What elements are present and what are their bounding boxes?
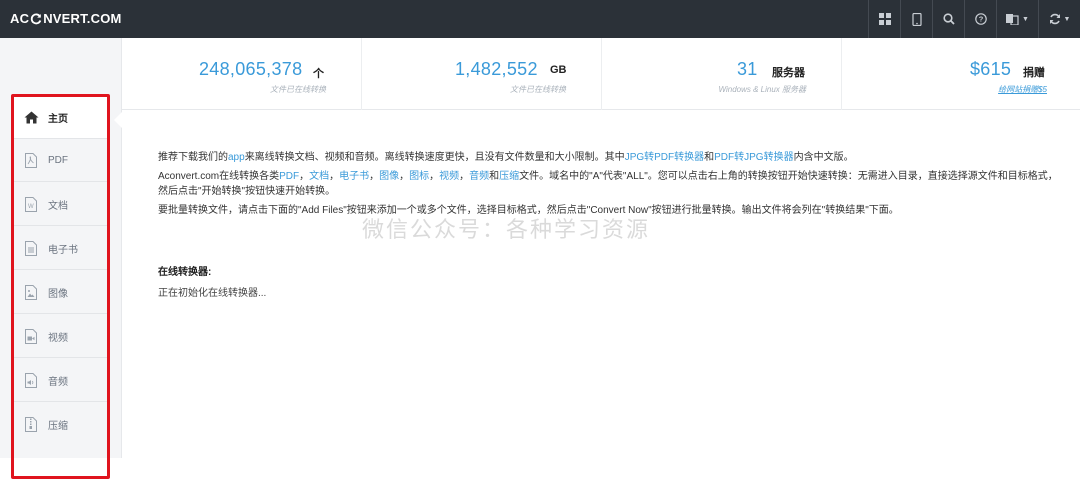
- stat-donations: $615 捐赠 给网站捐赠$5: [842, 38, 1080, 110]
- svg-text:?: ?: [978, 15, 983, 24]
- text: 和: [489, 171, 500, 182]
- ebook-link[interactable]: 电子书: [339, 171, 369, 182]
- text: 内含中文版。: [793, 152, 854, 163]
- icon-link[interactable]: 图标: [409, 171, 429, 182]
- help-icon: ?: [974, 13, 987, 25]
- video-link[interactable]: 视频: [439, 171, 459, 182]
- stat-subtext: 文件已在线转换: [270, 85, 326, 94]
- text: Aconvert.com在线转换各类: [158, 171, 280, 182]
- top-navbar: AC NVERT.COM ? ▼ ▼: [0, 0, 1080, 38]
- logo-text-right: NVERT.COM: [43, 11, 122, 26]
- search-button[interactable]: [932, 0, 964, 38]
- refresh-button[interactable]: ▼: [1038, 0, 1080, 38]
- grid-button[interactable]: [868, 0, 900, 38]
- converter-section-title: 在线转换器:: [158, 267, 212, 278]
- highlight-box: [11, 94, 110, 479]
- stat-number: $615: [970, 59, 1012, 79]
- intro-paragraph-3: 要批量转换文件，请点击下面的"Add Files"按钮来添加一个或多个文件，选择…: [158, 205, 899, 216]
- image-link[interactable]: 图像: [379, 171, 399, 182]
- app-link[interactable]: app: [228, 152, 245, 163]
- stat-subtext: 文件已在线转换: [510, 85, 566, 94]
- stat-number: 248,065,378: [199, 59, 303, 79]
- stat-unit: 个: [313, 68, 324, 80]
- chevron-down-icon: ▼: [1063, 15, 1071, 23]
- active-pointer: [114, 111, 123, 129]
- tablet-button[interactable]: [900, 0, 932, 38]
- stat-servers: 31 服务器 Windows & Linux 服务器: [602, 38, 842, 110]
- text: 来离线转换文档、视频和音频。离线转换速度更快，且没有文件数量和大小限制。其中: [244, 152, 625, 163]
- jpg-to-pdf-link[interactable]: JPG转PDF转换器: [625, 152, 704, 163]
- stat-unit: 服务器: [772, 67, 805, 79]
- language-button[interactable]: ▼: [996, 0, 1038, 38]
- audio-link[interactable]: 音频: [469, 171, 489, 182]
- tablet-icon: [911, 12, 922, 26]
- refresh-icon: [1049, 13, 1061, 25]
- stat-unit: GB: [550, 64, 567, 76]
- top-nav-buttons: ? ▼ ▼: [868, 0, 1080, 38]
- sidebar: 主页 PDF W 文档 电子书 图像 视频 音频 压缩: [0, 38, 122, 479]
- text: 和: [704, 152, 715, 163]
- search-icon: [942, 13, 955, 25]
- intro-paragraph-1: 推荐下载我们的app来离线转换文档、视频和音频。离线转换速度更快，且没有文件数量…: [158, 150, 1058, 165]
- stat-data-volume: 1,482,552 GB 文件已在线转换: [362, 38, 602, 110]
- stat-number: 31: [737, 59, 758, 79]
- intro-text: 推荐下载我们的app来离线转换文档、视频和音频。离线转换速度更快，且没有文件数量…: [158, 150, 1058, 222]
- stat-subtext: Windows & Linux 服务器: [718, 85, 806, 94]
- text: 推荐下载我们的: [158, 152, 228, 163]
- help-button[interactable]: ?: [964, 0, 996, 38]
- archive-link[interactable]: 压缩: [499, 171, 519, 182]
- stat-number: 1,482,552: [455, 59, 538, 79]
- intro-paragraph-2: Aconvert.com在线转换各类PDF，文档，电子书，图像，图标，视频，音频…: [158, 171, 1058, 197]
- stats-bar: 248,065,378 个 文件已在线转换 1,482,552 GB 文件已在线…: [122, 38, 1080, 110]
- language-icon: [1006, 13, 1019, 25]
- converter-loading-text: 正在初始化在线转换器...: [158, 288, 267, 299]
- document-link[interactable]: 文档: [309, 171, 329, 182]
- stat-unit: 捐赠: [1023, 67, 1045, 79]
- logo-refresh-icon: [30, 13, 42, 25]
- pdf-link[interactable]: PDF: [279, 171, 299, 182]
- pdf-to-jpg-link[interactable]: PDF转JPG转换器: [714, 152, 793, 163]
- logo-text-left: AC: [10, 11, 30, 26]
- grid-icon: [878, 13, 891, 25]
- chevron-down-icon: ▼: [1022, 15, 1029, 23]
- donate-link[interactable]: 给网站捐赠$5: [998, 84, 1047, 95]
- site-logo[interactable]: AC NVERT.COM: [10, 11, 122, 26]
- stat-files-count: 248,065,378 个 文件已在线转换: [122, 38, 362, 110]
